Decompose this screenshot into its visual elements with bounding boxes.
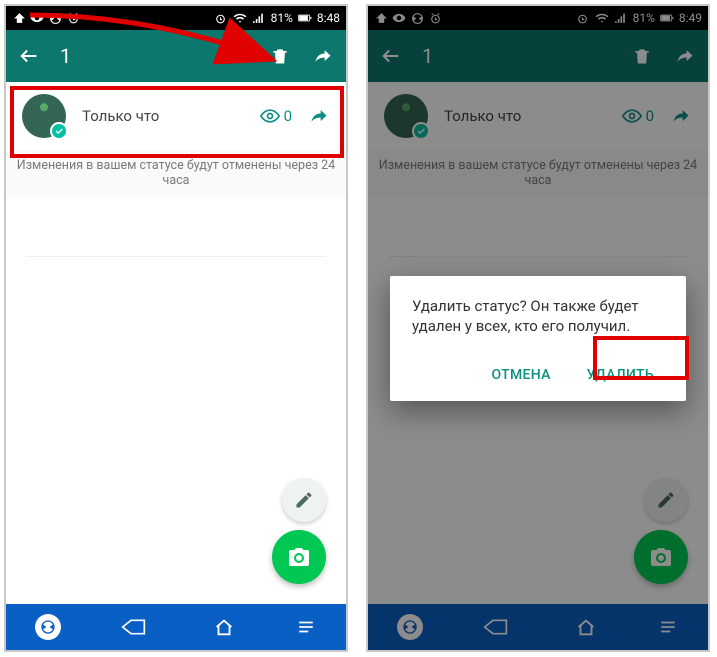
android-statusbar: 81% 8:48	[6, 6, 346, 30]
share-status-button[interactable]	[308, 106, 330, 126]
alarm-icon	[66, 11, 80, 25]
nav-teamviewer-icon[interactable]	[35, 614, 61, 640]
selected-check-icon	[50, 122, 68, 140]
phone-right: 81% 8:49 1 Только что 0	[366, 4, 710, 652]
teamviewer-icon	[48, 11, 62, 25]
views-count: 0	[260, 106, 292, 126]
status-info-text: Изменения в вашем статусе будут отменены…	[6, 150, 346, 196]
phone-left: 81% 8:48 1 Только что 0	[4, 4, 348, 652]
android-navbar	[6, 604, 346, 650]
dialog-cancel-button[interactable]: ОТМЕНА	[482, 359, 561, 391]
nav-recent-button[interactable]	[294, 618, 318, 636]
selection-count: 1	[60, 44, 71, 68]
dialog-message: Удалить статус? Он также будет удален у …	[412, 296, 664, 337]
nav-back-button[interactable]	[118, 617, 154, 637]
delete-confirm-dialog: Удалить статус? Он также будет удален у …	[390, 276, 686, 401]
content-area	[6, 196, 346, 604]
wifi-icon	[233, 11, 247, 25]
notif-icon	[12, 11, 26, 25]
delete-button[interactable]	[270, 45, 290, 67]
clock-text: 8:48	[317, 11, 340, 25]
dialog-delete-button[interactable]: УДАЛИТЬ	[577, 359, 664, 391]
forward-button[interactable]	[312, 46, 334, 66]
battery-icon	[298, 11, 312, 25]
camera-fab[interactable]	[272, 530, 326, 584]
eye-icon	[30, 11, 44, 25]
app-bar: 1	[6, 30, 346, 82]
alarm2-icon	[214, 11, 228, 25]
status-avatar	[22, 94, 66, 138]
edit-fab[interactable]	[282, 478, 326, 522]
nav-home-button[interactable]	[211, 616, 237, 638]
battery-text: 81%	[271, 11, 293, 25]
back-button[interactable]	[18, 45, 40, 67]
status-time-label: Только что	[82, 107, 244, 125]
status-item[interactable]: Только что 0	[6, 82, 346, 150]
signal-icon	[252, 11, 266, 25]
